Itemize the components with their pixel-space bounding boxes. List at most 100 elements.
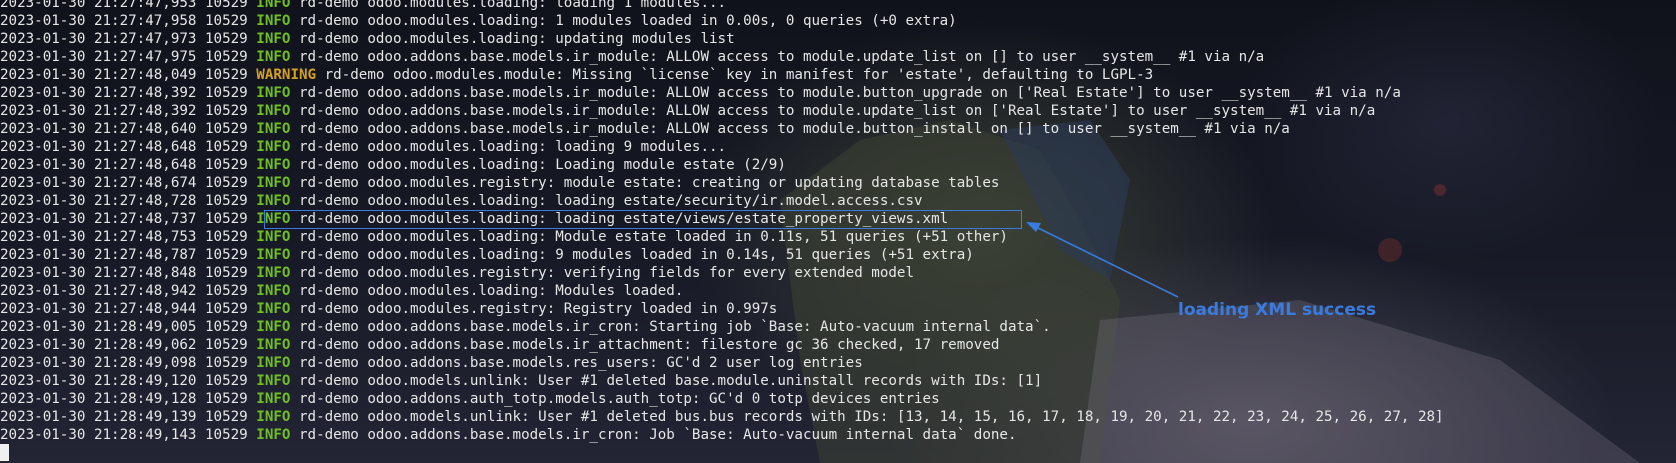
log-timestamp: 2023-01-30 21:27:48,648 [0,157,197,173]
log-level: INFO [256,301,291,317]
terminal-cursor [0,444,9,461]
log-level: INFO [256,13,291,29]
log-pid: 10529 [205,211,248,227]
log-pid: 10529 [205,319,248,335]
log-pid: 10529 [205,283,248,299]
log-level: INFO [256,319,291,335]
log-line: 2023-01-30 21:27:48,049 10529 WARNING rd… [0,66,1444,84]
log-pid: 10529 [205,85,248,101]
log-timestamp: 2023-01-30 21:28:49,062 [0,337,197,353]
log-message: rd-demo odoo.addons.base.models.ir_modul… [299,121,1290,137]
log-pid: 10529 [205,265,248,281]
log-timestamp: 2023-01-30 21:27:48,392 [0,103,197,119]
log-level: INFO [256,139,291,155]
log-message: rd-demo odoo.addons.auth_totp.models.aut… [299,391,940,407]
log-pid: 10529 [205,337,248,353]
log-timestamp: 2023-01-30 21:27:48,944 [0,301,197,317]
log-pid: 10529 [205,373,248,389]
log-pid: 10529 [205,193,248,209]
log-level: INFO [256,337,291,353]
log-line: 2023-01-30 21:27:48,648 10529 INFO rd-de… [0,138,1444,156]
log-line: 2023-01-30 21:27:47,973 10529 INFO rd-de… [0,30,1444,48]
log-pid: 10529 [205,229,248,245]
log-line: 2023-01-30 21:27:48,674 10529 INFO rd-de… [0,174,1444,192]
log-message: rd-demo odoo.modules.loading: updating m… [299,31,735,47]
log-message: rd-demo odoo.modules.registry: verifying… [299,265,914,281]
log-line: 2023-01-30 21:27:48,848 10529 INFO rd-de… [0,264,1444,282]
log-level: WARNING [256,67,317,83]
log-message: rd-demo odoo.modules.loading: 9 modules … [299,247,974,263]
log-message: rd-demo odoo.addons.base.models.ir_modul… [299,49,1265,65]
log-timestamp: 2023-01-30 21:27:48,942 [0,283,197,299]
log-line: 2023-01-30 21:28:49,098 10529 INFO rd-de… [0,354,1444,372]
annotation-label: loading XML success [1178,300,1377,320]
log-pid: 10529 [205,139,248,155]
log-message: rd-demo odoo.modules.loading: Loading mo… [299,157,786,173]
log-level: INFO [256,265,291,281]
log-timestamp: 2023-01-30 21:28:49,098 [0,355,197,371]
terminal-window[interactable]: 2023-01-30 21:27:47,953 10529 INFO rd-de… [0,0,1676,463]
log-line: 2023-01-30 21:27:48,753 10529 INFO rd-de… [0,228,1444,246]
log-pid: 10529 [205,103,248,119]
log-pid: 10529 [205,0,248,11]
log-message: rd-demo odoo.modules.loading: loading 1 … [299,0,727,11]
log-line: 2023-01-30 21:28:49,139 10529 INFO rd-de… [0,408,1444,426]
log-pid: 10529 [205,31,248,47]
log-timestamp: 2023-01-30 21:27:47,953 [0,0,197,11]
log-line: 2023-01-30 21:27:48,942 10529 INFO rd-de… [0,282,1444,300]
log-timestamp: 2023-01-30 21:28:49,120 [0,373,197,389]
log-timestamp: 2023-01-30 21:28:49,139 [0,409,197,425]
log-pid: 10529 [205,49,248,65]
log-timestamp: 2023-01-30 21:27:48,648 [0,139,197,155]
log-line: 2023-01-30 21:28:49,062 10529 INFO rd-de… [0,336,1444,354]
log-level: INFO [256,283,291,299]
log-level: INFO [256,427,291,443]
log-timestamp: 2023-01-30 21:27:48,753 [0,229,197,245]
log-message: rd-demo odoo.modules.loading: Module est… [299,229,1008,245]
log-message: rd-demo odoo.models.unlink: User #1 dele… [299,373,1043,389]
log-line: 2023-01-30 21:27:48,392 10529 INFO rd-de… [0,102,1444,120]
log-timestamp: 2023-01-30 21:28:49,005 [0,319,197,335]
log-timestamp: 2023-01-30 21:27:48,737 [0,211,197,227]
log-pid: 10529 [205,247,248,263]
log-pid: 10529 [205,409,248,425]
log-line: 2023-01-30 21:27:48,648 10529 INFO rd-de… [0,156,1444,174]
log-message: rd-demo odoo.models.unlink: User #1 dele… [299,409,1444,425]
log-pid: 10529 [205,121,248,137]
log-line: 2023-01-30 21:28:49,143 10529 INFO rd-de… [0,426,1444,444]
log-timestamp: 2023-01-30 21:27:48,848 [0,265,197,281]
log-timestamp: 2023-01-30 21:27:48,674 [0,175,197,191]
log-message: rd-demo odoo.modules.module: Missing `li… [324,67,1154,83]
log-line: 2023-01-30 21:27:47,975 10529 INFO rd-de… [0,48,1444,66]
log-level: INFO [256,103,291,119]
log-line: 2023-01-30 21:27:48,728 10529 INFO rd-de… [0,192,1444,210]
log-level: INFO [256,121,291,137]
log-line: 2023-01-30 21:28:49,005 10529 INFO rd-de… [0,318,1444,336]
log-message: rd-demo odoo.addons.base.models.res_user… [299,355,863,371]
log-timestamp: 2023-01-30 21:27:48,787 [0,247,197,263]
log-level: INFO [256,193,291,209]
log-level: INFO [256,49,291,65]
log-line: 2023-01-30 21:27:48,640 10529 INFO rd-de… [0,120,1444,138]
log-timestamp: 2023-01-30 21:27:48,728 [0,193,197,209]
log-level: INFO [256,175,291,191]
log-level: INFO [256,409,291,425]
log-timestamp: 2023-01-30 21:27:47,958 [0,13,197,29]
log-timestamp: 2023-01-30 21:28:49,143 [0,427,197,443]
log-level: INFO [256,373,291,389]
log-pid: 10529 [205,301,248,317]
log-line: 2023-01-30 21:27:48,787 10529 INFO rd-de… [0,246,1444,264]
log-message: rd-demo odoo.modules.registry: Registry … [299,301,778,317]
log-level: INFO [256,355,291,371]
log-line: 2023-01-30 21:27:48,392 10529 INFO rd-de… [0,84,1444,102]
log-level: INFO [256,0,291,11]
log-message: rd-demo odoo.addons.base.models.ir_attac… [299,337,1000,353]
log-timestamp: 2023-01-30 21:27:47,975 [0,49,197,65]
log-timestamp: 2023-01-30 21:27:48,392 [0,85,197,101]
log-pid: 10529 [205,13,248,29]
log-level: INFO [256,157,291,173]
log-message: rd-demo odoo.modules.loading: Modules lo… [299,283,684,299]
log-line: 2023-01-30 21:27:47,953 10529 INFO rd-de… [0,0,1444,12]
log-line: 2023-01-30 21:28:49,120 10529 INFO rd-de… [0,372,1444,390]
log-pid: 10529 [205,391,248,407]
